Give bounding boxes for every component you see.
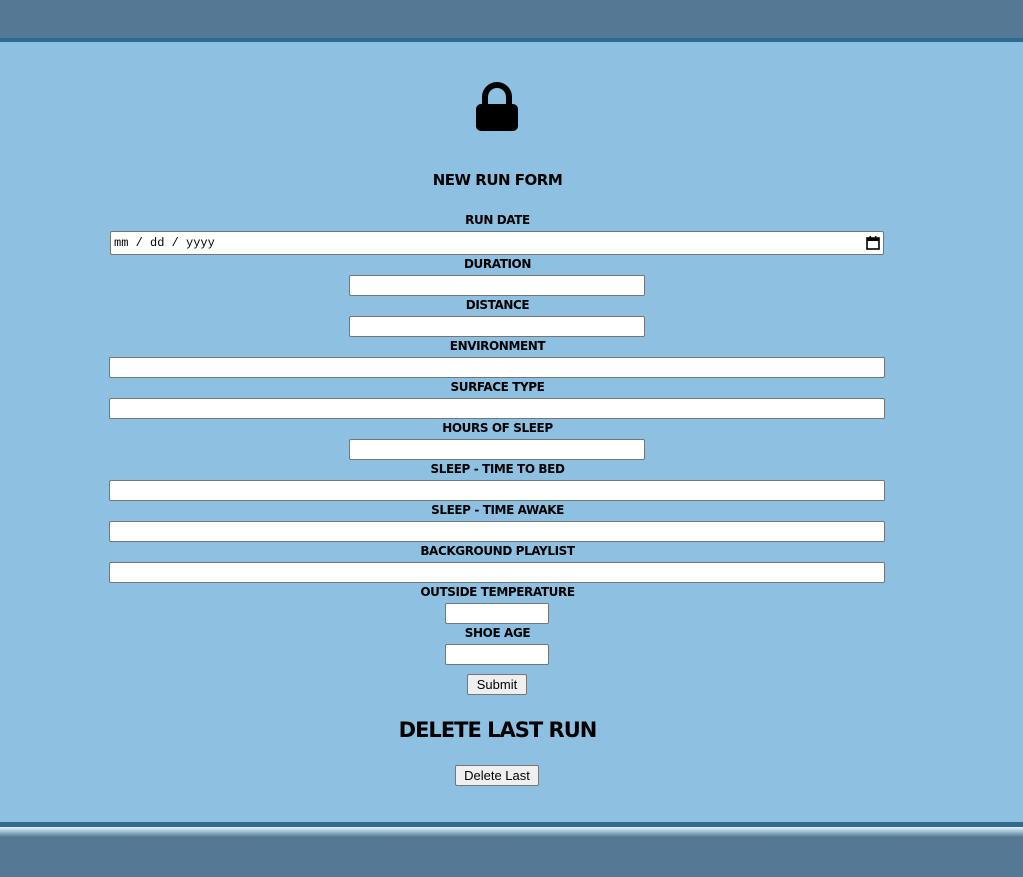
outside-temperature-input[interactable]	[445, 603, 549, 624]
sleep-time-to-bed-input[interactable]	[109, 480, 885, 501]
top-bar	[0, 0, 1023, 42]
sleep-time-to-bed-label: Sleep - Time to Bed	[430, 462, 565, 476]
lock-icon	[476, 82, 518, 131]
background-playlist-label: Background Playlist	[420, 544, 575, 558]
run-date-input[interactable]: mm / dd / yyyy	[110, 231, 884, 255]
form-title: New Run Form	[432, 171, 563, 189]
background-playlist-input[interactable]	[109, 562, 885, 583]
surface-type-input[interactable]	[109, 398, 885, 419]
hours-of-sleep-input[interactable]	[349, 439, 645, 460]
sleep-time-awake-label: Sleep - Time Awake	[431, 503, 564, 517]
duration-label: Duration	[464, 257, 531, 271]
hours-of-sleep-label: Hours of Sleep	[442, 421, 553, 435]
surface-type-label: Surface Type	[450, 380, 545, 394]
bottom-bar-glow	[0, 827, 1023, 837]
run-date-label: Run Date	[465, 213, 530, 227]
environment-label: Environment	[449, 339, 546, 353]
shoe-age-input[interactable]	[445, 644, 549, 665]
delete-last-run-title: Delete Last Run	[398, 718, 598, 742]
distance-input[interactable]	[349, 316, 645, 337]
calendar-icon[interactable]	[866, 236, 880, 250]
distance-label: Distance	[465, 298, 530, 312]
environment-input[interactable]	[109, 357, 885, 378]
outside-temperature-label: Outside Temperature	[420, 585, 575, 599]
shoe-age-label: Shoe Age	[464, 626, 531, 640]
bottom-bar	[0, 822, 1023, 877]
delete-last-button[interactable]: Delete Last	[455, 765, 539, 786]
submit-button[interactable]: Submit	[467, 674, 527, 695]
sleep-time-awake-input[interactable]	[109, 521, 885, 542]
duration-input[interactable]	[349, 275, 645, 296]
run-date-placeholder: mm / dd / yyyy	[114, 236, 215, 250]
